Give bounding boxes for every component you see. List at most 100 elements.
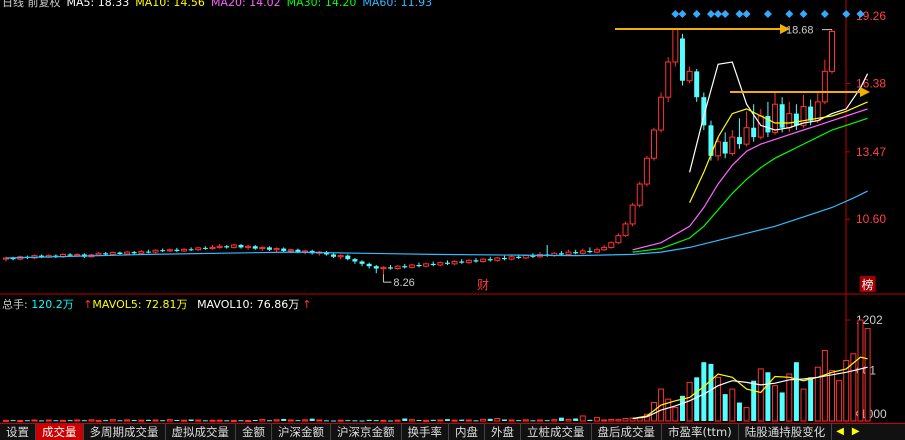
candle-body-down [808,106,814,121]
volume-bar-down [131,420,137,422]
candle-body-up [494,257,501,261]
candle-body-down [145,251,151,253]
volume-bar-down [39,420,45,422]
candle-body-down [722,141,728,154]
volume-bar-down [309,418,315,421]
volume-bar-up [772,385,779,422]
volume-bar-up [95,419,102,422]
candle-body-down [402,266,408,268]
event-marker-label: 榜 [862,277,874,292]
candle-body-down [352,259,358,262]
volume-bar-up [59,419,66,422]
volume-bar-down [694,377,700,421]
candle-body-up [423,263,430,267]
volume-bar-down [808,377,814,421]
candle-body-down [266,247,272,250]
volume-bar-up [821,349,828,422]
candle-body-up [209,246,216,250]
volume-bar-down [587,419,593,421]
volume-bar-down [416,419,422,421]
candle-body-down [331,254,337,257]
legend-item: MA5: 18.33 [66,0,130,9]
candle-body-down [473,260,479,262]
candle-body-down [366,263,372,267]
candle-body-down [281,248,287,251]
total-volume-value: 120.2万 [31,298,74,311]
candle-body-up [686,70,693,82]
chart-stage[interactable]: 19.2616.3813.4710.601202601X100018.688.2… [0,0,905,439]
diamond-marker-icon [735,10,744,18]
candle-body-up [337,255,344,258]
volume-bar-down [67,420,73,422]
volume-bar-down [722,394,728,421]
volume-bar-down [145,419,151,421]
event-marker-label: 财 [477,278,489,292]
volume-bar-down [117,420,123,422]
volume-bar-up [287,419,294,422]
ma-line-ma60 [5,190,868,259]
candle-body-down [67,254,73,256]
volume-bar-down [373,420,379,422]
volume-bar-down [359,420,365,422]
candle-body-down [174,249,180,251]
candle-body-up [522,255,529,259]
diamond-marker-icon [721,10,730,18]
candle-body-down [416,265,422,267]
tab-2[interactable]: 多周期成交量 [84,424,166,440]
scroll-right-icon[interactable]: ▶ [848,424,864,440]
tab-10[interactable]: 立桩成交量 [521,424,592,440]
tab-6[interactable]: 沪深京金额 [331,424,402,440]
tab-11[interactable]: 盘后成交量 [592,424,662,440]
volume-bar-up [594,417,601,422]
candle-body-down [573,252,579,254]
volume-bar-up [800,388,807,422]
tab-4[interactable]: 金额 [236,424,272,440]
candle-body-up [729,136,736,155]
volume-bar-up [88,419,95,422]
volume-bar-down [24,420,30,422]
candle-body-up [622,223,629,237]
legend-item: MA30: 14.20 [286,0,357,9]
volume-bar-down [238,420,244,422]
candle-body-up [451,260,458,265]
candle-body-up [480,258,487,262]
candle-body-up [138,251,145,254]
tab-9[interactable]: 外盘 [485,424,521,440]
candle-body-up [465,259,472,264]
diamond-marker-icon [678,10,687,18]
tab-12[interactable]: 市盈率(ttm) [662,424,739,440]
candle-body-down [587,250,593,253]
tab-8[interactable]: 内盘 [449,424,485,440]
candle-body-down [793,113,799,126]
tab-3[interactable]: 虚拟成交量 [166,424,236,440]
diamond-marker-icon [692,10,701,18]
tab-13[interactable]: 陆股通持股变化 [739,424,833,440]
tab-0[interactable]: 设置 [0,424,36,440]
candle-body-up [216,245,223,248]
scroll-left-icon[interactable]: ◀ [832,424,848,440]
volume-bar-down [345,420,351,422]
candle-body-down [694,71,700,98]
volume-bar-up [259,418,266,422]
volume-bar-down [295,420,301,422]
volume-bar-up [451,419,458,422]
volume-bar-down [751,380,757,421]
tab-7[interactable]: 换手率 [402,424,449,440]
volume-bar-up [715,376,722,422]
candle-body-down [516,256,522,258]
volume-bar-up [579,415,586,422]
tab-5[interactable]: 沪深金额 [272,424,331,440]
kline-chart[interactable]: 19.2616.3813.4710.601202601X100018.688.2… [0,0,905,423]
volume-bar-down [266,420,272,422]
candle-body-down [459,261,465,263]
candle-body-up [601,246,608,251]
volume-bar-down [352,420,358,422]
volume-bar-up [138,419,145,422]
tab-1[interactable]: 成交量 [36,424,84,440]
candle-body-down [430,263,436,266]
total-volume-caption: 总手: [2,298,32,311]
candle-body-up [152,249,159,253]
candle-body-up [230,244,237,248]
volume-bar-down [573,418,579,421]
volume-bar-down [53,420,59,422]
